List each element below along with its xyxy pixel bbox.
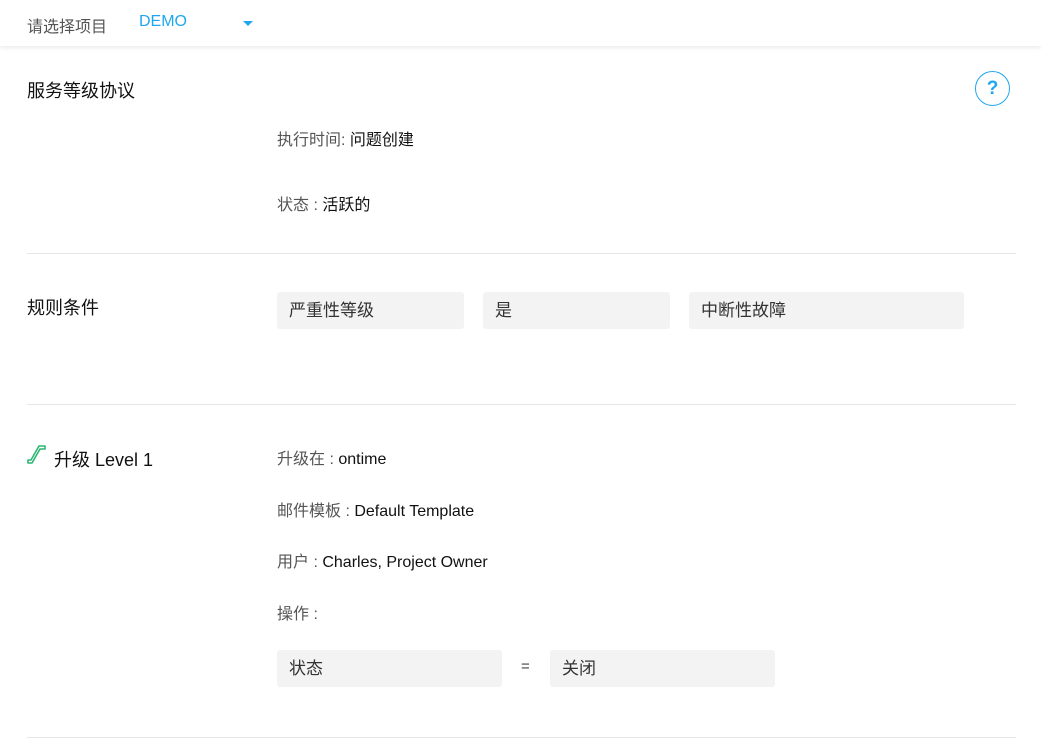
equals-sign: = (521, 658, 530, 675)
template-value: Default Template (354, 503, 475, 520)
action-field: 状态 (277, 650, 502, 687)
exec-time-label: 执行时间: (277, 132, 350, 149)
divider (27, 253, 1016, 254)
escalate-at-label: 升级在 : (277, 451, 339, 468)
exec-time-value: 问题创建 (349, 132, 414, 149)
rules-title: 规则条件 (27, 298, 99, 318)
users-label: 用户 : (277, 554, 323, 571)
rule-operator: 是 (483, 292, 670, 329)
escalate-at-row: 升级在 : ontime (277, 445, 386, 469)
caret-down-icon[interactable] (243, 21, 253, 26)
status-row: 状态 : 活跃的 (277, 191, 370, 215)
rule-value: 中断性故障 (689, 292, 964, 329)
divider (27, 737, 1016, 738)
escalate-at-value: ontime (338, 451, 387, 468)
project-select-value[interactable]: DEMO (139, 13, 187, 31)
project-selector-bar: 请选择项目 DEMO (0, 0, 1041, 46)
action-value: 关闭 (550, 650, 775, 687)
help-icon[interactable]: ? (975, 71, 1010, 106)
exec-time-row: 执行时间: 问题创建 (277, 126, 414, 150)
status-value: 活跃的 (322, 197, 371, 214)
escalation-title: 升级 Level 1 (54, 450, 154, 470)
action-label: 操作 : (277, 606, 318, 623)
action-row: 操作 : (277, 600, 318, 624)
status-label: 状态 : (277, 197, 323, 214)
users-value: Charles, Project Owner (322, 554, 488, 571)
template-label: 邮件模板 : (277, 503, 355, 520)
users-row: 用户 : Charles, Project Owner (277, 548, 488, 572)
sla-title: 服务等级协议 (27, 81, 135, 101)
project-select-label: 请选择项目 (27, 19, 108, 36)
escalator-icon (27, 445, 46, 464)
divider (27, 404, 1016, 405)
template-row: 邮件模板 : Default Template (277, 497, 474, 521)
rule-field: 严重性等级 (277, 292, 464, 329)
